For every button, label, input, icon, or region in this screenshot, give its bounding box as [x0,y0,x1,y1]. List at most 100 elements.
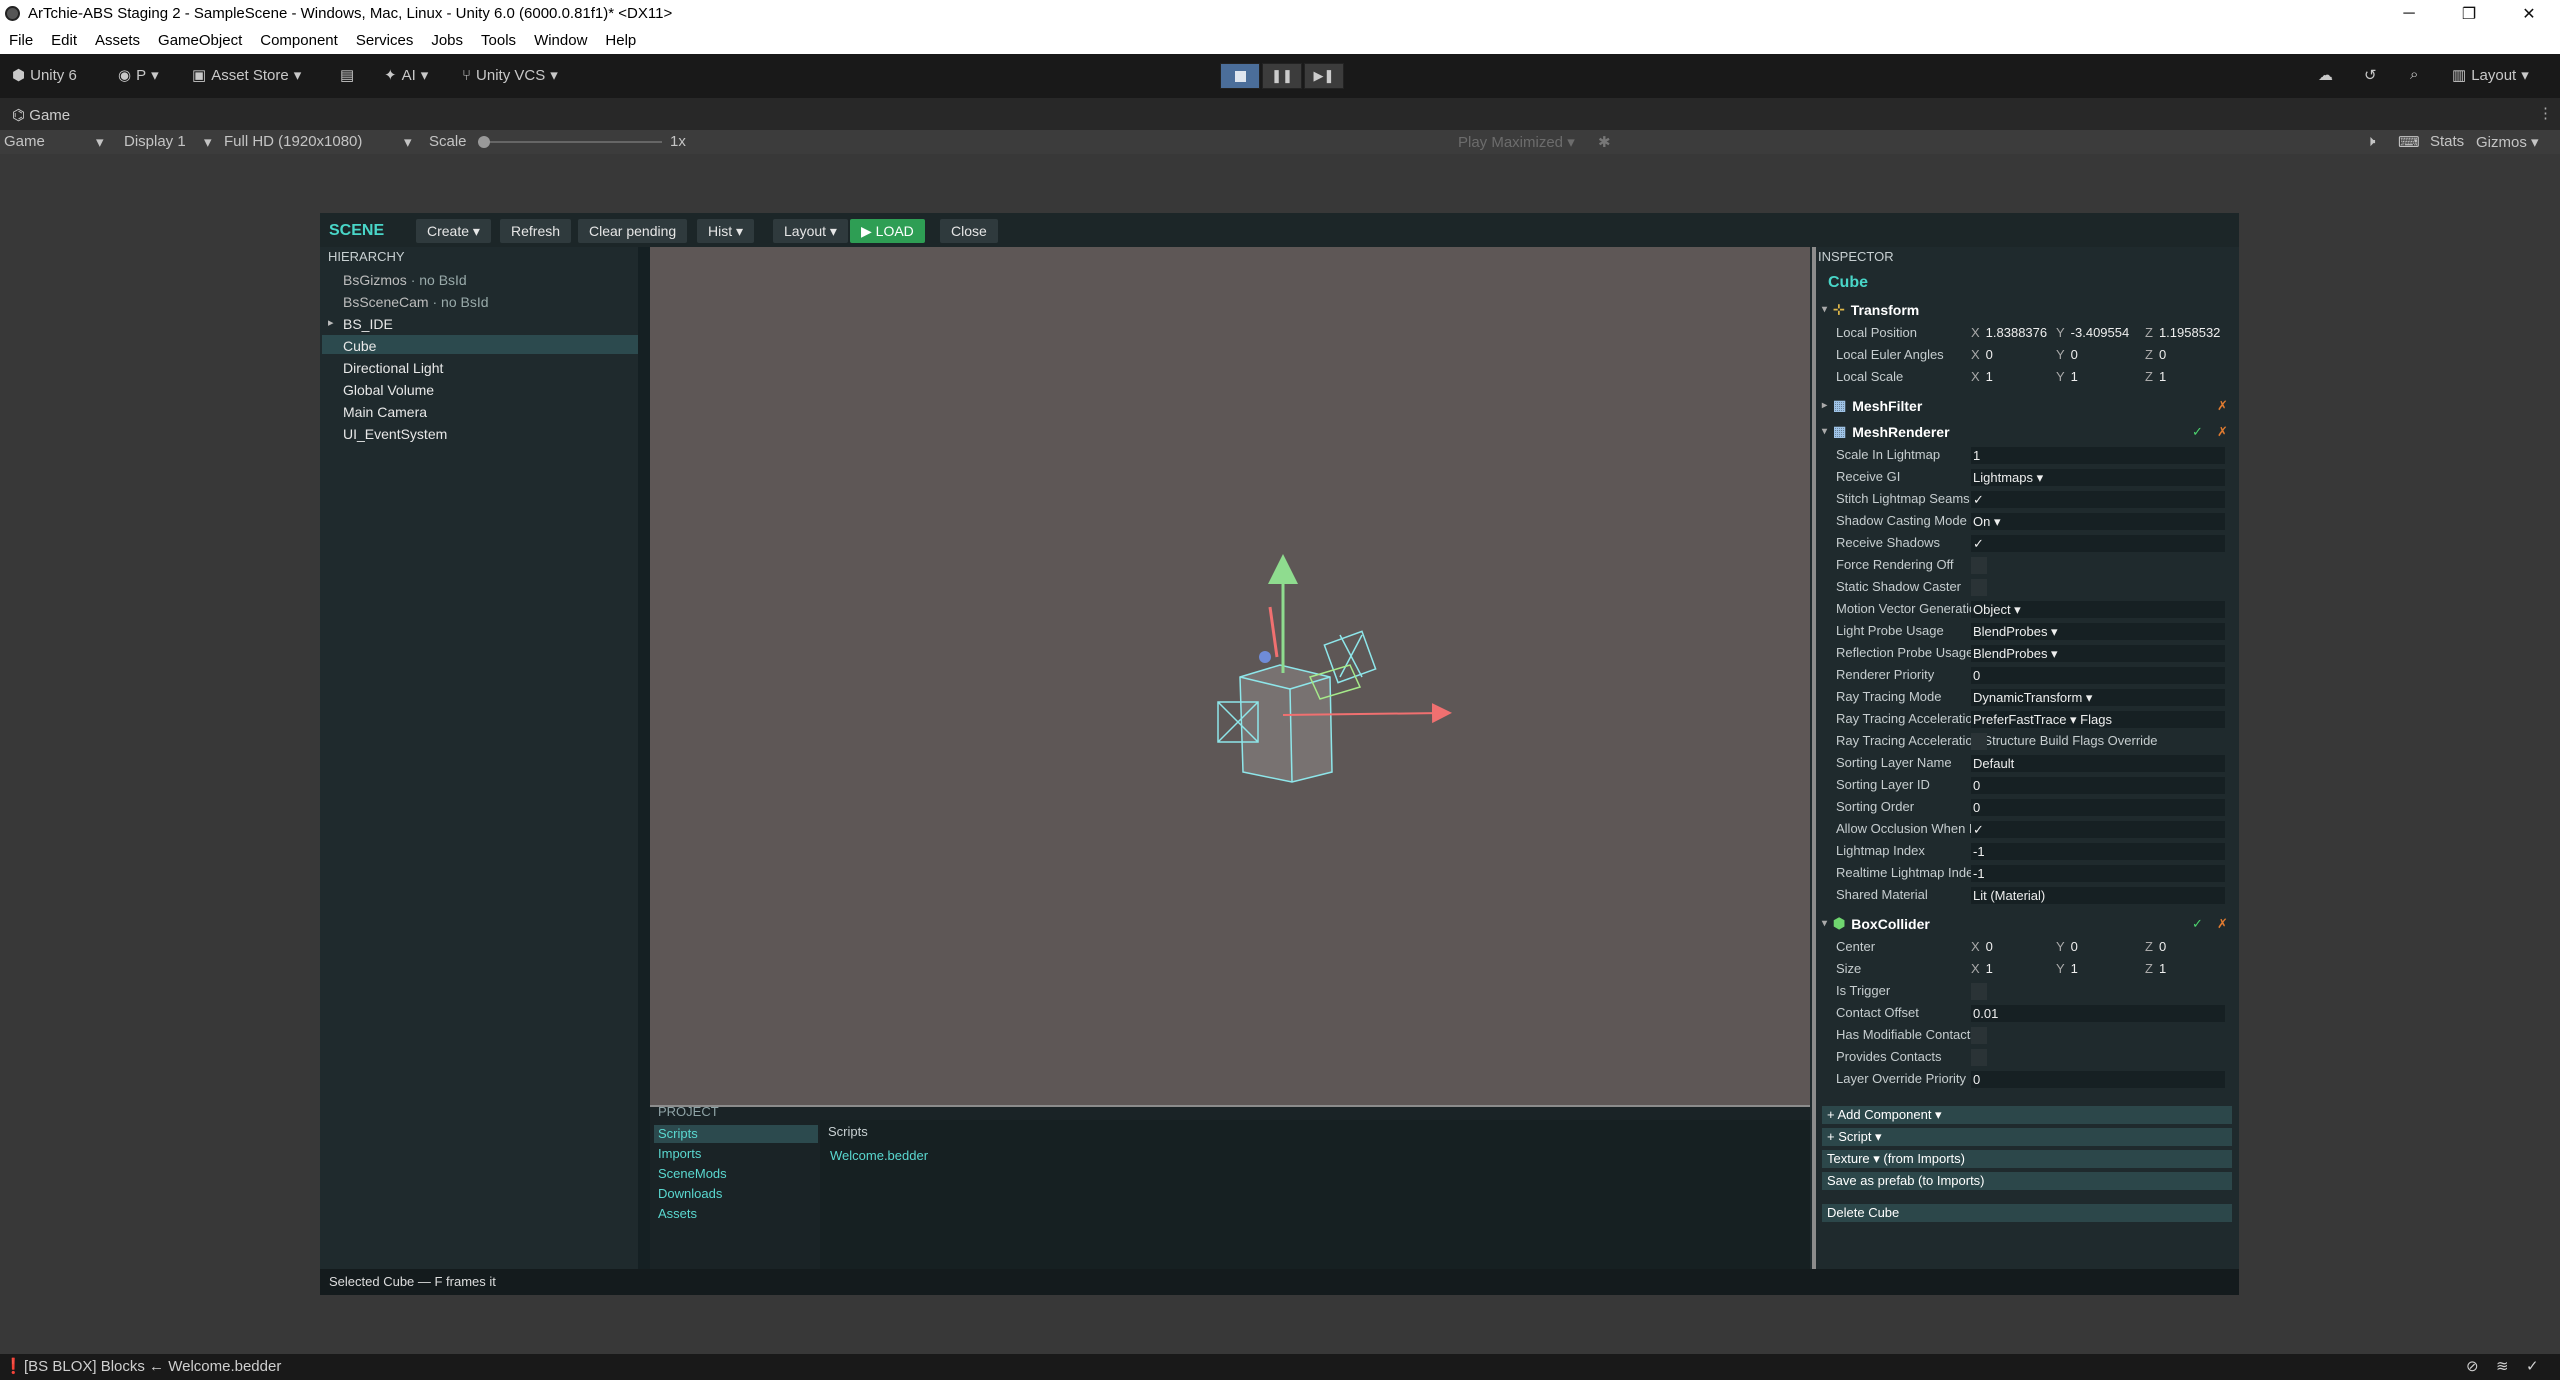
receive-gi-field[interactable]: Lightmaps ▾ [1971,469,2225,486]
menu-services[interactable]: Services [347,27,423,54]
provides-contacts-field[interactable] [1971,1049,1987,1066]
hierarchy-item-bsscenecam[interactable]: BsSceneCam · no BsId [343,294,489,310]
package-icon[interactable]: ▤ [340,66,354,84]
position-x-field[interactable]: X 1.8388376 [1971,325,2047,340]
gizmos-button[interactable]: Gizmos ▾ [2476,133,2539,151]
sorting-order-field[interactable]: 0 [1971,799,2225,816]
allow-occlusion-when-dynamic-field[interactable]: ✓ [1971,821,2225,838]
tab-game[interactable]: ⌬ Game [12,106,70,124]
save-prefab-button[interactable]: Save as prefab (to Imports) [1822,1172,2232,1190]
file-welcome-bedder[interactable]: Welcome.bedder [830,1148,928,1163]
size-y-field[interactable]: Y1 [2056,961,2078,976]
history-icon[interactable]: ↺ [2364,66,2377,84]
hierarchy-item-ui-eventsystem[interactable]: UI_EventSystem [343,426,447,442]
folder-scripts[interactable]: Scripts [658,1126,698,1141]
rotation-x-field[interactable]: X0 [1971,347,1993,362]
rotation-z-field[interactable]: Z0 [2145,347,2166,362]
bug-icon[interactable]: ✱ [1598,133,1611,151]
menu-window[interactable]: Window [525,27,596,54]
scale-z-field[interactable]: Z1 [2145,369,2166,384]
add-script-button[interactable]: + Script ▾ [1822,1128,2232,1146]
lightmap-index-field[interactable]: -1 [1971,843,2225,860]
step-button[interactable]: ▶❚ [1304,63,1344,89]
more-options-icon[interactable]: ⋮ [2538,104,2553,122]
center-x-field[interactable]: X0 [1971,939,1993,954]
close-button[interactable]: Close [940,219,998,243]
layer-override-priority-field[interactable]: 0 [1971,1071,2225,1088]
splitter[interactable] [638,247,650,1269]
inspector-splitter[interactable] [1812,247,1816,1269]
remove-component-icon[interactable]: ✗ [2217,398,2228,414]
game-mode-dropdown[interactable]: Game ▾ [4,133,108,151]
boxcollider-header[interactable]: ▾ ⬢ BoxCollider [1822,915,1930,932]
account-button[interactable]: ◉ P ▾ [118,66,159,85]
size-z-field[interactable]: Z1 [2145,961,2166,976]
contact-offset-field[interactable]: 0.01 [1971,1005,2225,1022]
pause-button[interactable]: ❚❚ [1262,63,1302,89]
refresh-button[interactable]: Refresh [500,219,572,243]
load-button[interactable]: ▶ LOAD [850,219,925,243]
folder-scenemods[interactable]: SceneMods [658,1166,727,1181]
status-ok-icon[interactable]: ✓ [2526,1357,2539,1375]
ray-tracing-acceleration-field[interactable]: PreferFastTrace ▾ Flags [1971,711,2225,728]
folder-imports[interactable]: Imports [658,1146,701,1161]
resolution-dropdown[interactable]: Full HD (1920x1080) ▾ [224,133,418,151]
ray-tracing-mode-field[interactable]: DynamicTransform ▾ [1971,689,2225,706]
scale-y-field[interactable]: Y1 [2056,369,2078,384]
mute-icon[interactable]: 🕨 [2366,133,2375,150]
menu-jobs[interactable]: Jobs [422,27,472,54]
layout-button-app[interactable]: Layout ▾ [773,219,848,243]
meshrenderer-header[interactable]: ▾ ▦ MeshRenderer [1822,423,1950,440]
is-trigger-field[interactable] [1971,983,1987,1000]
scale-in-lightmap-field[interactable]: 1 [1971,447,2225,464]
vcs-button[interactable]: ⑂ Unity VCS ▾ [462,66,558,85]
delete-cube-button[interactable]: Delete Cube [1822,1204,2232,1222]
close-window-icon[interactable]: ✕ [2500,0,2558,27]
enabled-check-icon[interactable]: ✓ [2192,424,2203,440]
shadow-casting-mode-field[interactable]: On ▾ [1971,513,2225,530]
meshfilter-header[interactable]: ▸ ▦ MeshFilter [1822,397,1922,414]
size-x-field[interactable]: X1 [1971,961,1993,976]
no-network-icon[interactable]: ⊘ [2466,1357,2479,1375]
sorting-layer-name-field[interactable]: Default [1971,755,2225,772]
menu-component[interactable]: Component [251,27,347,54]
light-probe-usage-field[interactable]: BlendProbes ▾ [1971,623,2225,640]
hierarchy-item-bsgizmos[interactable]: BsGizmos · no BsId [343,272,467,288]
menu-assets[interactable]: Assets [86,27,149,54]
rotation-y-field[interactable]: Y0 [2056,347,2078,362]
menu-file[interactable]: File [0,27,42,54]
asset-store-button[interactable]: ▣ Asset Store ▾ [192,66,301,85]
stitch-lightmap-seams-field[interactable]: ✓ [1971,491,2225,508]
unity-button[interactable]: ⬢ Unity 6 [12,66,77,85]
play-mode-dropdown[interactable]: Play Maximized ▾ [1458,133,1575,151]
force-rendering-off-field[interactable] [1971,557,1987,574]
ai-button[interactable]: ✦ AI ▾ [384,66,428,85]
renderer-priority-field[interactable]: 0 [1971,667,2225,684]
hierarchy-item-global-volume[interactable]: Global Volume [343,382,434,398]
slider-handle[interactable] [478,136,490,148]
folder-downloads[interactable]: Downloads [658,1186,722,1201]
center-y-field[interactable]: Y0 [2056,939,2078,954]
progress-icon[interactable]: ≋ [2496,1357,2509,1375]
enabled-check-icon[interactable]: ✓ [2192,916,2203,932]
shortcuts-icon[interactable]: ⌨ [2398,133,2420,151]
menu-gameobject[interactable]: GameObject [149,27,251,54]
clear-pending-button[interactable]: Clear pending [578,219,688,243]
remove-component-icon[interactable]: ✗ [2217,424,2228,440]
position-z-field[interactable]: Z 1.1958532 [2145,325,2220,340]
sorting-layer-id-field[interactable]: 0 [1971,777,2225,794]
hierarchy-item-main-camera[interactable]: Main Camera [343,404,427,420]
scene-viewport[interactable] [650,247,1810,1107]
layout-button[interactable]: ▥ Layout ▾ [2452,66,2529,85]
menu-help[interactable]: Help [596,27,645,54]
hierarchy-item-bs-ide[interactable]: BS_IDE [343,316,393,332]
shared-material-field[interactable]: Lit (Material) [1971,887,2225,904]
folder-assets[interactable]: Assets [658,1206,697,1221]
create-button[interactable]: Create ▾ [416,219,491,243]
texture-button[interactable]: Texture ▾ (from Imports) [1822,1150,2232,1168]
stop-button[interactable] [1220,63,1260,89]
hist-button[interactable]: Hist ▾ [697,219,755,243]
maximize-icon[interactable]: ❐ [2440,0,2498,27]
search-icon[interactable]: ⌕ [2410,66,2418,83]
motion-vector-generation-mode-field[interactable]: Object ▾ [1971,601,2225,618]
